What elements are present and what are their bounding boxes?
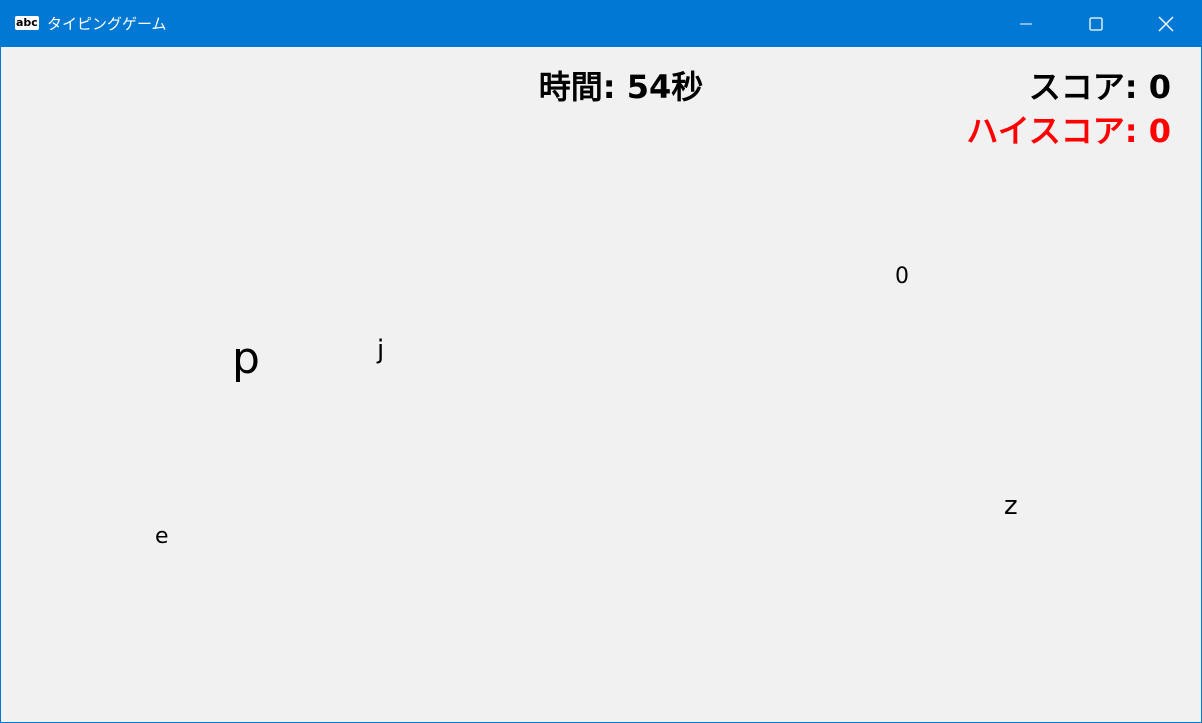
maximize-icon — [1089, 17, 1103, 31]
falling-letter: 0 — [895, 264, 909, 289]
falling-letter: e — [155, 524, 169, 549]
falling-letter: j — [377, 335, 385, 365]
maximize-button[interactable] — [1061, 1, 1131, 47]
window-title: タイピングゲーム — [47, 15, 167, 33]
app-window: abc タイピングゲーム 時間: 54秒 スコア: 0 ハイスコア: 0 0 p… — [0, 0, 1202, 723]
score-label: スコア: 0 — [1028, 68, 1171, 106]
close-button[interactable] — [1131, 1, 1201, 47]
minimize-icon — [1020, 23, 1032, 25]
highscore-label: ハイスコア: 0 — [966, 112, 1171, 150]
falling-letter: z — [1004, 491, 1018, 521]
app-icon: abc — [15, 16, 39, 30]
time-label: 時間: 54秒 — [538, 68, 704, 106]
minimize-button[interactable] — [991, 1, 1061, 47]
close-icon — [1158, 16, 1174, 32]
title-bar[interactable]: abc タイピングゲーム — [1, 1, 1201, 47]
falling-letter: p — [232, 333, 260, 384]
game-area[interactable]: 時間: 54秒 スコア: 0 ハイスコア: 0 0 p j z e — [1, 47, 1201, 722]
